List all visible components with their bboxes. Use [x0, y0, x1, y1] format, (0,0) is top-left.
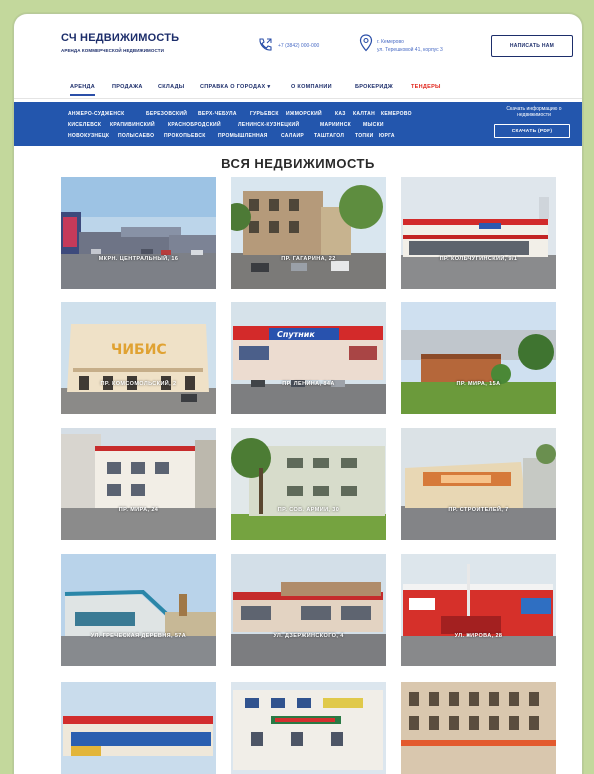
- city-link[interactable]: КЕМЕРОВО: [381, 111, 412, 117]
- property-photo: [231, 428, 386, 540]
- property-photo: ЧИБИС: [61, 302, 216, 414]
- property-card[interactable]: ПР. КОЛЬЧУГИНСКИЙ, 9/1: [401, 177, 556, 289]
- city-link[interactable]: ПРОКОПЬЕВСК: [164, 133, 206, 139]
- property-photo: [401, 554, 556, 666]
- property-card[interactable]: ПР. МИРА, 24: [61, 428, 216, 540]
- property-photo: [61, 428, 216, 540]
- property-card[interactable]: ЧИБИС ПР. КОМСОМОЛЬСКИЙ, 2: [61, 302, 216, 414]
- property-photo: [231, 177, 386, 289]
- property-address: ПР. МИРА, 24: [118, 507, 159, 513]
- nav-item-warehouses[interactable]: СКЛАДЫ: [158, 84, 184, 90]
- property-photo: [401, 428, 556, 540]
- property-card[interactable]: УЛ. КИРОВА, 28: [401, 554, 556, 666]
- property-card[interactable]: Спутник ПР. ЛЕНИНА, 84А: [231, 302, 386, 414]
- property-address: ПР. СТРОИТЕЛЕЙ, 7: [448, 507, 509, 513]
- city-link[interactable]: КАЗ: [335, 111, 346, 117]
- city-link[interactable]: КАЛТАН: [353, 111, 375, 117]
- city-link[interactable]: ИЖМОРСКИЙ: [286, 111, 322, 117]
- property-address: ПР. КОМСОМОЛЬСКИЙ, 2: [100, 381, 177, 387]
- write-us-button[interactable]: НАПИСАТЬ НАМ: [491, 35, 573, 57]
- city-link[interactable]: КРАПИВИНСКИЙ: [110, 122, 155, 128]
- city-link[interactable]: ВЕРХ-ЧЕБУЛА: [198, 111, 237, 117]
- property-photo: [61, 554, 216, 666]
- city-link[interactable]: САЛАИР: [281, 133, 304, 139]
- address-street: ул. Терешковой 41, корпус 3: [377, 47, 443, 53]
- property-card[interactable]: [401, 682, 556, 774]
- property-card[interactable]: УЛ. ГРЕЧЕСКАЯ ДЕРЕВНЯ, 57А: [61, 554, 216, 666]
- phone-icon: [259, 38, 272, 51]
- city-link[interactable]: ЮРГА: [379, 133, 395, 139]
- property-address: УЛ. ДЗЕРЖИНСКОГО, 4: [273, 633, 344, 639]
- property-photo: [401, 682, 556, 774]
- city-link[interactable]: ГУРЬЕВСК: [250, 111, 279, 117]
- address-city: г. Кемерово: [377, 39, 404, 45]
- city-link[interactable]: НОВОКУЗНЕЦК: [68, 133, 109, 139]
- property-card[interactable]: [61, 682, 216, 774]
- city-link[interactable]: МЫСКИ: [363, 122, 384, 128]
- property-address: ПР. СОВ. АРМИИ, 30: [277, 507, 340, 513]
- map-pin-icon: [359, 34, 373, 52]
- nav-item-tenders[interactable]: ТЕНДЕРЫ: [411, 84, 441, 90]
- nav-item-brokerage[interactable]: БРОКЕРИДЖ: [355, 84, 393, 90]
- store-sign-text: ЧИБИС: [111, 342, 167, 358]
- property-address: ПР. ГАГАРИНА, 22: [281, 256, 336, 262]
- property-address: МКРН. ЦЕНТРАЛЬНЫЙ, 16: [98, 256, 179, 262]
- property-photo: [61, 177, 216, 289]
- property-card[interactable]: ПР. ГАГАРИНА, 22: [231, 177, 386, 289]
- logo-title[interactable]: СЧ НЕДВИЖИМОСТЬ: [61, 32, 179, 44]
- section-title: ВСЯ НЕДВИЖИМОСТЬ: [221, 156, 375, 171]
- main-nav: АРЕНДА ПРОДАЖА СКЛАДЫ СПРАВКА О ГОРОДАХ …: [14, 78, 582, 99]
- logo-subtitle: АРЕНДА КОММЕРЧЕСКОЙ НЕДВИЖИМОСТИ: [61, 48, 164, 53]
- property-card[interactable]: УЛ. ДЗЕРЖИНСКОГО, 4: [231, 554, 386, 666]
- property-photo: [401, 177, 556, 289]
- phone-number[interactable]: +7 (3842) 000-000: [278, 43, 319, 49]
- property-address: УЛ. ГРЕЧЕСКАЯ ДЕРЕВНЯ, 57А: [90, 633, 187, 639]
- nav-item-rent[interactable]: АРЕНДА: [70, 84, 95, 96]
- city-link[interactable]: КИСЕЛЕВСК: [68, 122, 101, 128]
- property-photo: [231, 554, 386, 666]
- property-address: ПР. КОЛЬЧУГИНСКИЙ, 9/1: [439, 256, 518, 262]
- city-link[interactable]: БЕРЕЗОВСКИЙ: [146, 111, 187, 117]
- property-address: ПР. МИРА, 15А: [456, 381, 501, 387]
- property-photo: [61, 682, 216, 774]
- nav-item-sale[interactable]: ПРОДАЖА: [112, 84, 143, 90]
- city-link[interactable]: ЛЕНИНСК-КУЗНЕЦКИЙ: [238, 122, 299, 128]
- property-photo: [401, 302, 556, 414]
- download-info: Скачать информацию о недвижимости: [492, 106, 576, 118]
- property-card[interactable]: [231, 682, 386, 774]
- property-address: ПР. ЛЕНИНА, 84А: [282, 381, 335, 387]
- site-header: СЧ НЕДВИЖИМОСТЬ АРЕНДА КОММЕРЧЕСКОЙ НЕДВ…: [14, 14, 582, 78]
- city-link[interactable]: ТАШТАГОЛ: [314, 133, 344, 139]
- property-photo: [231, 682, 386, 774]
- nav-item-about[interactable]: О КОМПАНИИ: [291, 84, 332, 90]
- download-info-line2: недвижимости: [517, 112, 551, 118]
- city-link[interactable]: КРАСНОБРОДСКИЙ: [168, 122, 221, 128]
- property-card[interactable]: ПР. СТРОИТЕЛЕЙ, 7: [401, 428, 556, 540]
- city-link[interactable]: ПОЛЫСАЕВО: [118, 133, 154, 139]
- city-link[interactable]: ТОПКИ: [355, 133, 374, 139]
- nav-item-city-info[interactable]: СПРАВКА О ГОРОДАХ ▾: [200, 84, 270, 90]
- page: СЧ НЕДВИЖИМОСТЬ АРЕНДА КОММЕРЧЕСКОЙ НЕДВ…: [13, 13, 583, 774]
- property-photo: Спутник: [231, 302, 386, 414]
- city-link[interactable]: ПРОМЫШЛЕННАЯ: [218, 133, 268, 139]
- city-band: АНЖЕРО-СУДЖЕНСК БЕРЕЗОВСКИЙ ВЕРХ-ЧЕБУЛА …: [14, 102, 582, 146]
- property-card[interactable]: МКРН. ЦЕНТРАЛЬНЫЙ, 16: [61, 177, 216, 289]
- city-link[interactable]: МАРИИНСК: [320, 122, 351, 128]
- city-link[interactable]: АНЖЕРО-СУДЖЕНСК: [68, 111, 125, 117]
- property-card[interactable]: ПР. МИРА, 15А: [401, 302, 556, 414]
- download-pdf-button[interactable]: СКАЧАТЬ (PDF): [494, 124, 570, 138]
- property-card[interactable]: ПР. СОВ. АРМИИ, 30: [231, 428, 386, 540]
- property-address: УЛ. КИРОВА, 28: [454, 633, 503, 639]
- store-sign-text: Спутник: [277, 330, 315, 339]
